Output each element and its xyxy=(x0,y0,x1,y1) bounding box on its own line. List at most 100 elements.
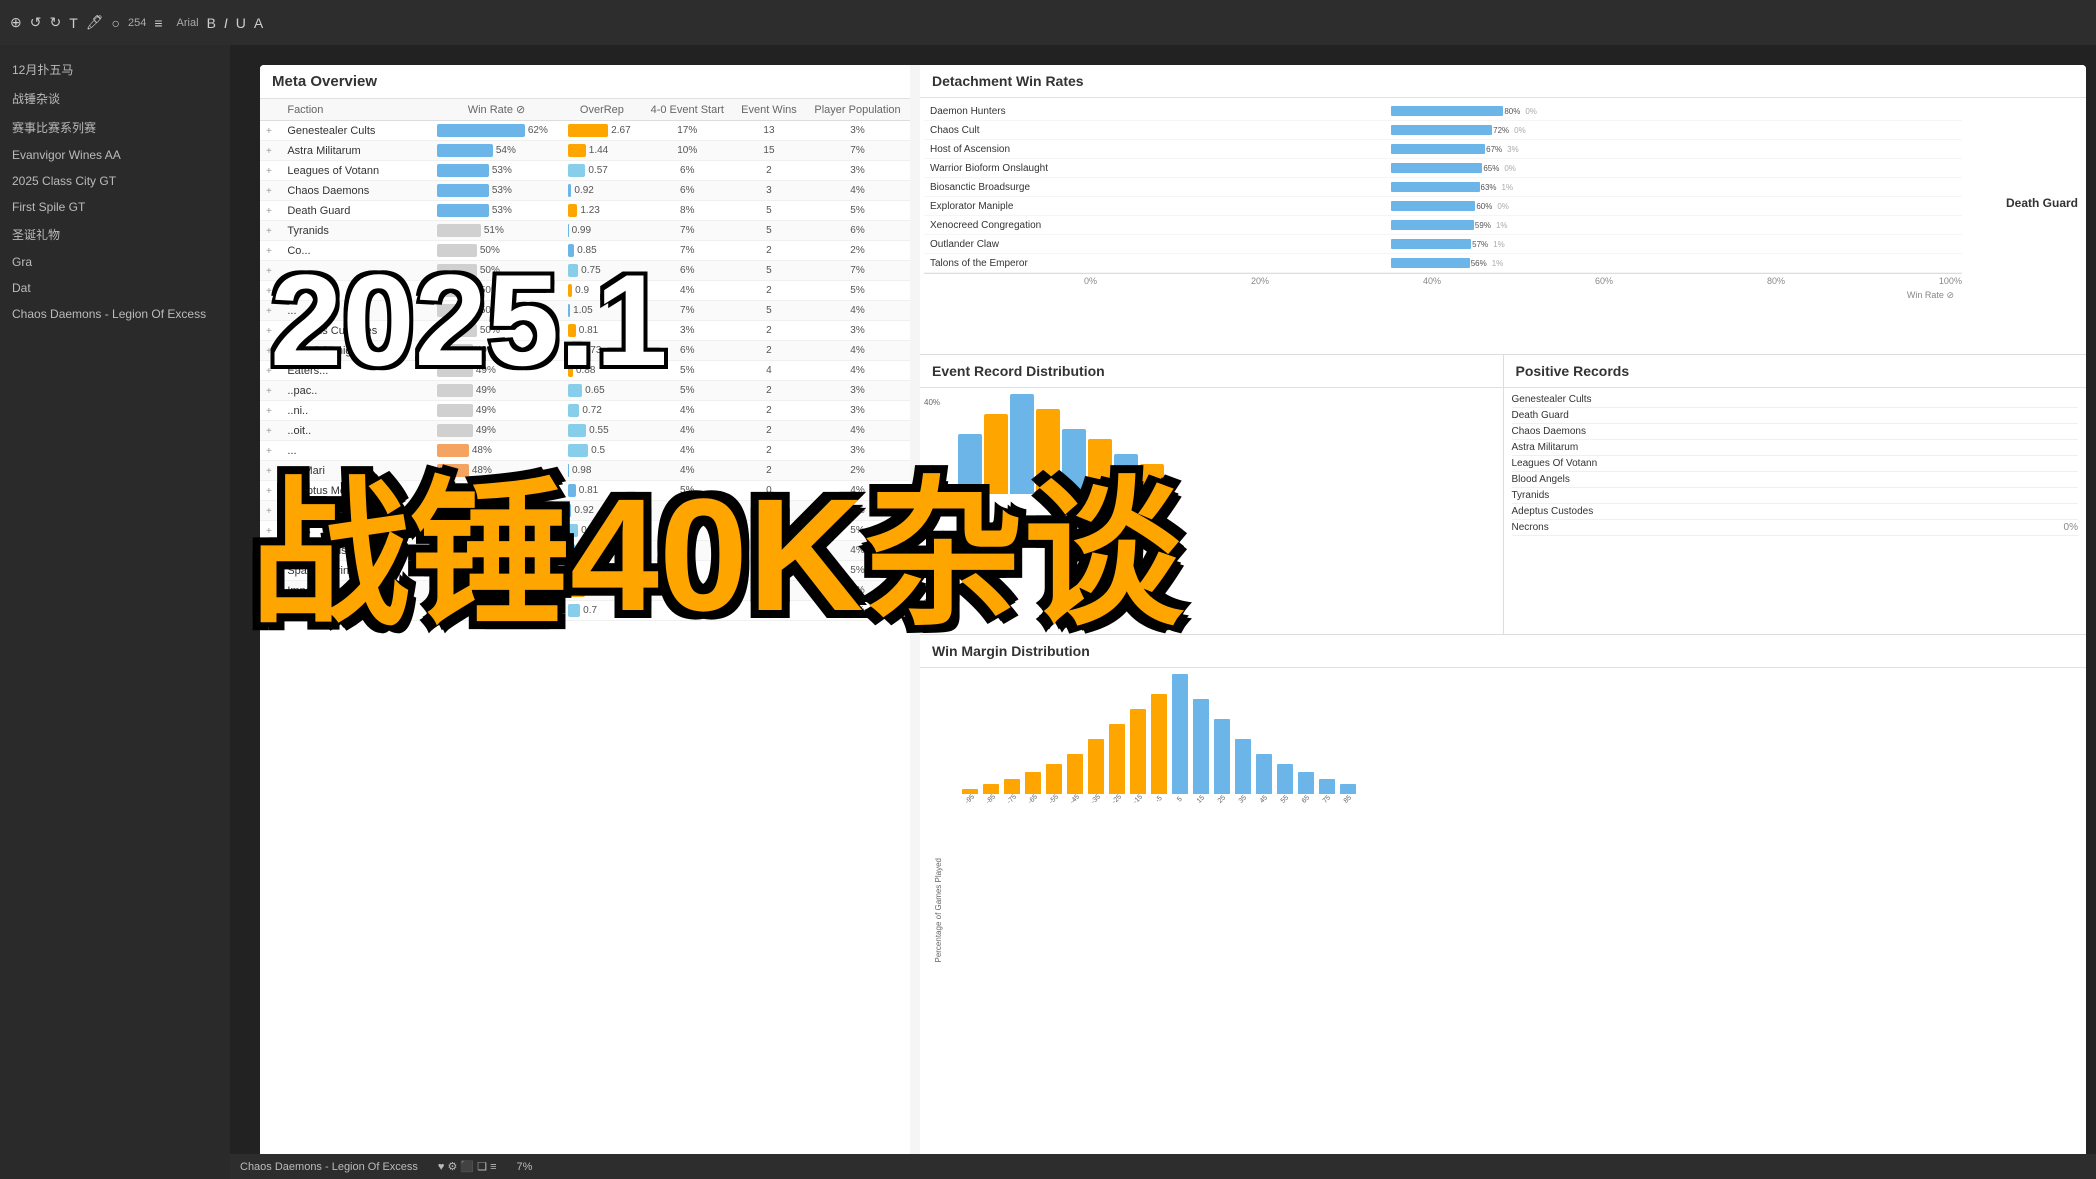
expand-cell[interactable]: + xyxy=(260,421,281,441)
player-pop-cell: 2% xyxy=(805,241,910,261)
win-rate-cell: 48% xyxy=(431,441,562,461)
overrep-cell: 0.5 xyxy=(562,441,642,461)
table-row: + ... 48% 0.5 4% 2 3% xyxy=(260,441,910,461)
wm-bar-inner xyxy=(1025,772,1041,794)
table-scroll[interactable]: Faction Win Rate ⊘ OverRep 4-0 Event Sta… xyxy=(260,99,910,1163)
expand-cell[interactable]: + xyxy=(260,181,281,201)
detachment-row: Xenocreed Congregation 59% 1% xyxy=(924,216,1962,235)
expand-cell[interactable]: + xyxy=(260,221,281,241)
overrep-cell: 0.81 xyxy=(562,481,642,501)
col-player-pop[interactable]: Player Population xyxy=(805,99,910,121)
expand-cell[interactable]: + xyxy=(260,521,281,541)
redo-icon[interactable]: ↻ xyxy=(49,14,61,31)
det-bar: 80% 0% xyxy=(1385,102,1962,121)
expand-cell[interactable]: + xyxy=(260,441,281,461)
pen-icon[interactable]: 🖊 xyxy=(86,14,104,31)
expand-cell[interactable]: + xyxy=(260,581,281,601)
expand-cell[interactable]: + xyxy=(260,361,281,381)
overrep-cell: 0.75 xyxy=(562,521,642,541)
event-start-cell: 6% xyxy=(642,541,733,561)
circle-icon[interactable]: ○ xyxy=(112,15,120,31)
detachment-row: Host of Ascension 67% 3% xyxy=(924,140,1962,159)
table-row: + Death Guard 53% 1.23 8% 5 5% xyxy=(260,201,910,221)
wm-bar-label: -45 xyxy=(1069,793,1081,805)
positive-item-name: Leagues Of Votann xyxy=(1512,458,1598,469)
overrep-cell: 0.55 xyxy=(562,421,642,441)
text-icon[interactable]: T xyxy=(69,15,78,31)
faction-name-cell: Co... xyxy=(281,241,430,261)
expand-cell[interactable]: + xyxy=(260,121,281,141)
undo-icon[interactable]: ↺ xyxy=(30,14,42,31)
wm-bar-group: -25 xyxy=(1107,724,1127,803)
sidebar-item-5[interactable]: First Spile GT xyxy=(0,194,230,220)
wm-bar-group: -85 xyxy=(981,784,1001,803)
faction-name-cell: ... xyxy=(281,301,430,321)
list-icon[interactable]: ≡ xyxy=(154,15,162,31)
expand-cell[interactable]: + xyxy=(260,341,281,361)
expand-cell[interactable]: + xyxy=(260,561,281,581)
sidebar-item-9[interactable]: Chaos Daemons - Legion Of Excess xyxy=(0,301,230,327)
color-icon[interactable]: A xyxy=(254,15,263,31)
italic-icon[interactable]: I xyxy=(224,15,228,31)
faction-name-cell: ... xyxy=(281,441,430,461)
det-bar: 63% 1% xyxy=(1385,178,1962,197)
panel-container: Meta Overview Faction Win Rate ⊘ OverRep… xyxy=(260,65,2086,1169)
event-start-cell: 4% xyxy=(642,441,733,461)
event-start-cell: 4% xyxy=(642,421,733,441)
overrep-cell: 1.05 xyxy=(562,301,642,321)
expand-cell[interactable]: + xyxy=(260,381,281,401)
font-size[interactable]: 254 xyxy=(128,17,146,29)
wm-bar-inner xyxy=(1256,754,1272,794)
sidebar-item-4[interactable]: 2025 Class City GT xyxy=(0,168,230,194)
event-start-cell: 6% xyxy=(642,261,733,281)
expand-cell[interactable]: + xyxy=(260,501,281,521)
table-row: + Space Marines 46% 0.68 5% 4 5% xyxy=(260,561,910,581)
event-start-cell: 10% xyxy=(642,141,733,161)
expand-cell[interactable]: + xyxy=(260,301,281,321)
expand-cell[interactable]: + xyxy=(260,321,281,341)
sidebar-item-6[interactable]: 圣诞礼物 xyxy=(0,220,230,249)
event-start-cell: 4% xyxy=(642,281,733,301)
positive-item: Astra Militarum xyxy=(1512,440,2079,456)
sidebar-item-0[interactable]: 12月扑五马 xyxy=(0,55,230,84)
underline-icon[interactable]: U xyxy=(236,15,246,31)
expand-cell[interactable]: + xyxy=(260,161,281,181)
wm-bar-label: 55 xyxy=(1280,794,1290,804)
faction-name-cell: ..ni.. xyxy=(281,401,430,421)
expand-cell[interactable]: + xyxy=(260,261,281,281)
expand-cell[interactable]: + xyxy=(260,541,281,561)
overrep-cell: 0.83 xyxy=(562,541,642,561)
wm-bar-inner xyxy=(1298,772,1314,794)
expand-cell[interactable]: + xyxy=(260,201,281,221)
expand-cell[interactable]: + xyxy=(260,281,281,301)
expand-cell[interactable]: + xyxy=(260,241,281,261)
toolbar-icon-1[interactable]: ⊕ xyxy=(10,14,22,31)
table-row: + Da'Mari 48% 0.98 4% 2 2% xyxy=(260,461,910,481)
expand-cell[interactable]: + xyxy=(260,461,281,481)
sidebar-item-1[interactable]: 战锤杂谈 xyxy=(0,84,230,113)
wm-bar-group: -15 xyxy=(1128,709,1148,803)
overrep-cell: 0.98 xyxy=(562,461,642,481)
positive-item-name: Blood Angels xyxy=(1512,474,1570,485)
bold-icon[interactable]: B xyxy=(207,15,216,31)
col-overrep[interactable]: OverRep xyxy=(562,99,642,121)
expand-cell[interactable]: + xyxy=(260,601,281,621)
font-name[interactable]: Arial xyxy=(177,17,199,29)
player-pop-cell: 5% xyxy=(805,521,910,541)
table-row: + Co... 50% 0.85 7% 2 2% xyxy=(260,241,910,261)
event-bar xyxy=(958,434,982,494)
expand-cell[interactable]: + xyxy=(260,481,281,501)
win-rate-cell: 54% xyxy=(431,141,562,161)
sidebar-item-8[interactable]: Dat xyxy=(0,275,230,301)
col-winrate[interactable]: Win Rate ⊘ xyxy=(431,99,562,121)
expand-cell[interactable]: + xyxy=(260,401,281,421)
positive-item-name: Adeptus Custodes xyxy=(1512,506,1594,517)
table-row: + Tyranids 51% 0.99 7% 5 6% xyxy=(260,221,910,241)
col-event-wins[interactable]: Event Wins xyxy=(733,99,805,121)
sidebar-item-2[interactable]: 赛事比赛系列赛 xyxy=(0,113,230,142)
expand-cell[interactable]: + xyxy=(260,141,281,161)
col-event-start[interactable]: 4-0 Event Start xyxy=(642,99,733,121)
sidebar-item-3[interactable]: Evanvigor Wines AA xyxy=(0,142,230,168)
sidebar-item-7[interactable]: Gra xyxy=(0,249,230,275)
event-wins-cell: 4 xyxy=(733,361,805,381)
